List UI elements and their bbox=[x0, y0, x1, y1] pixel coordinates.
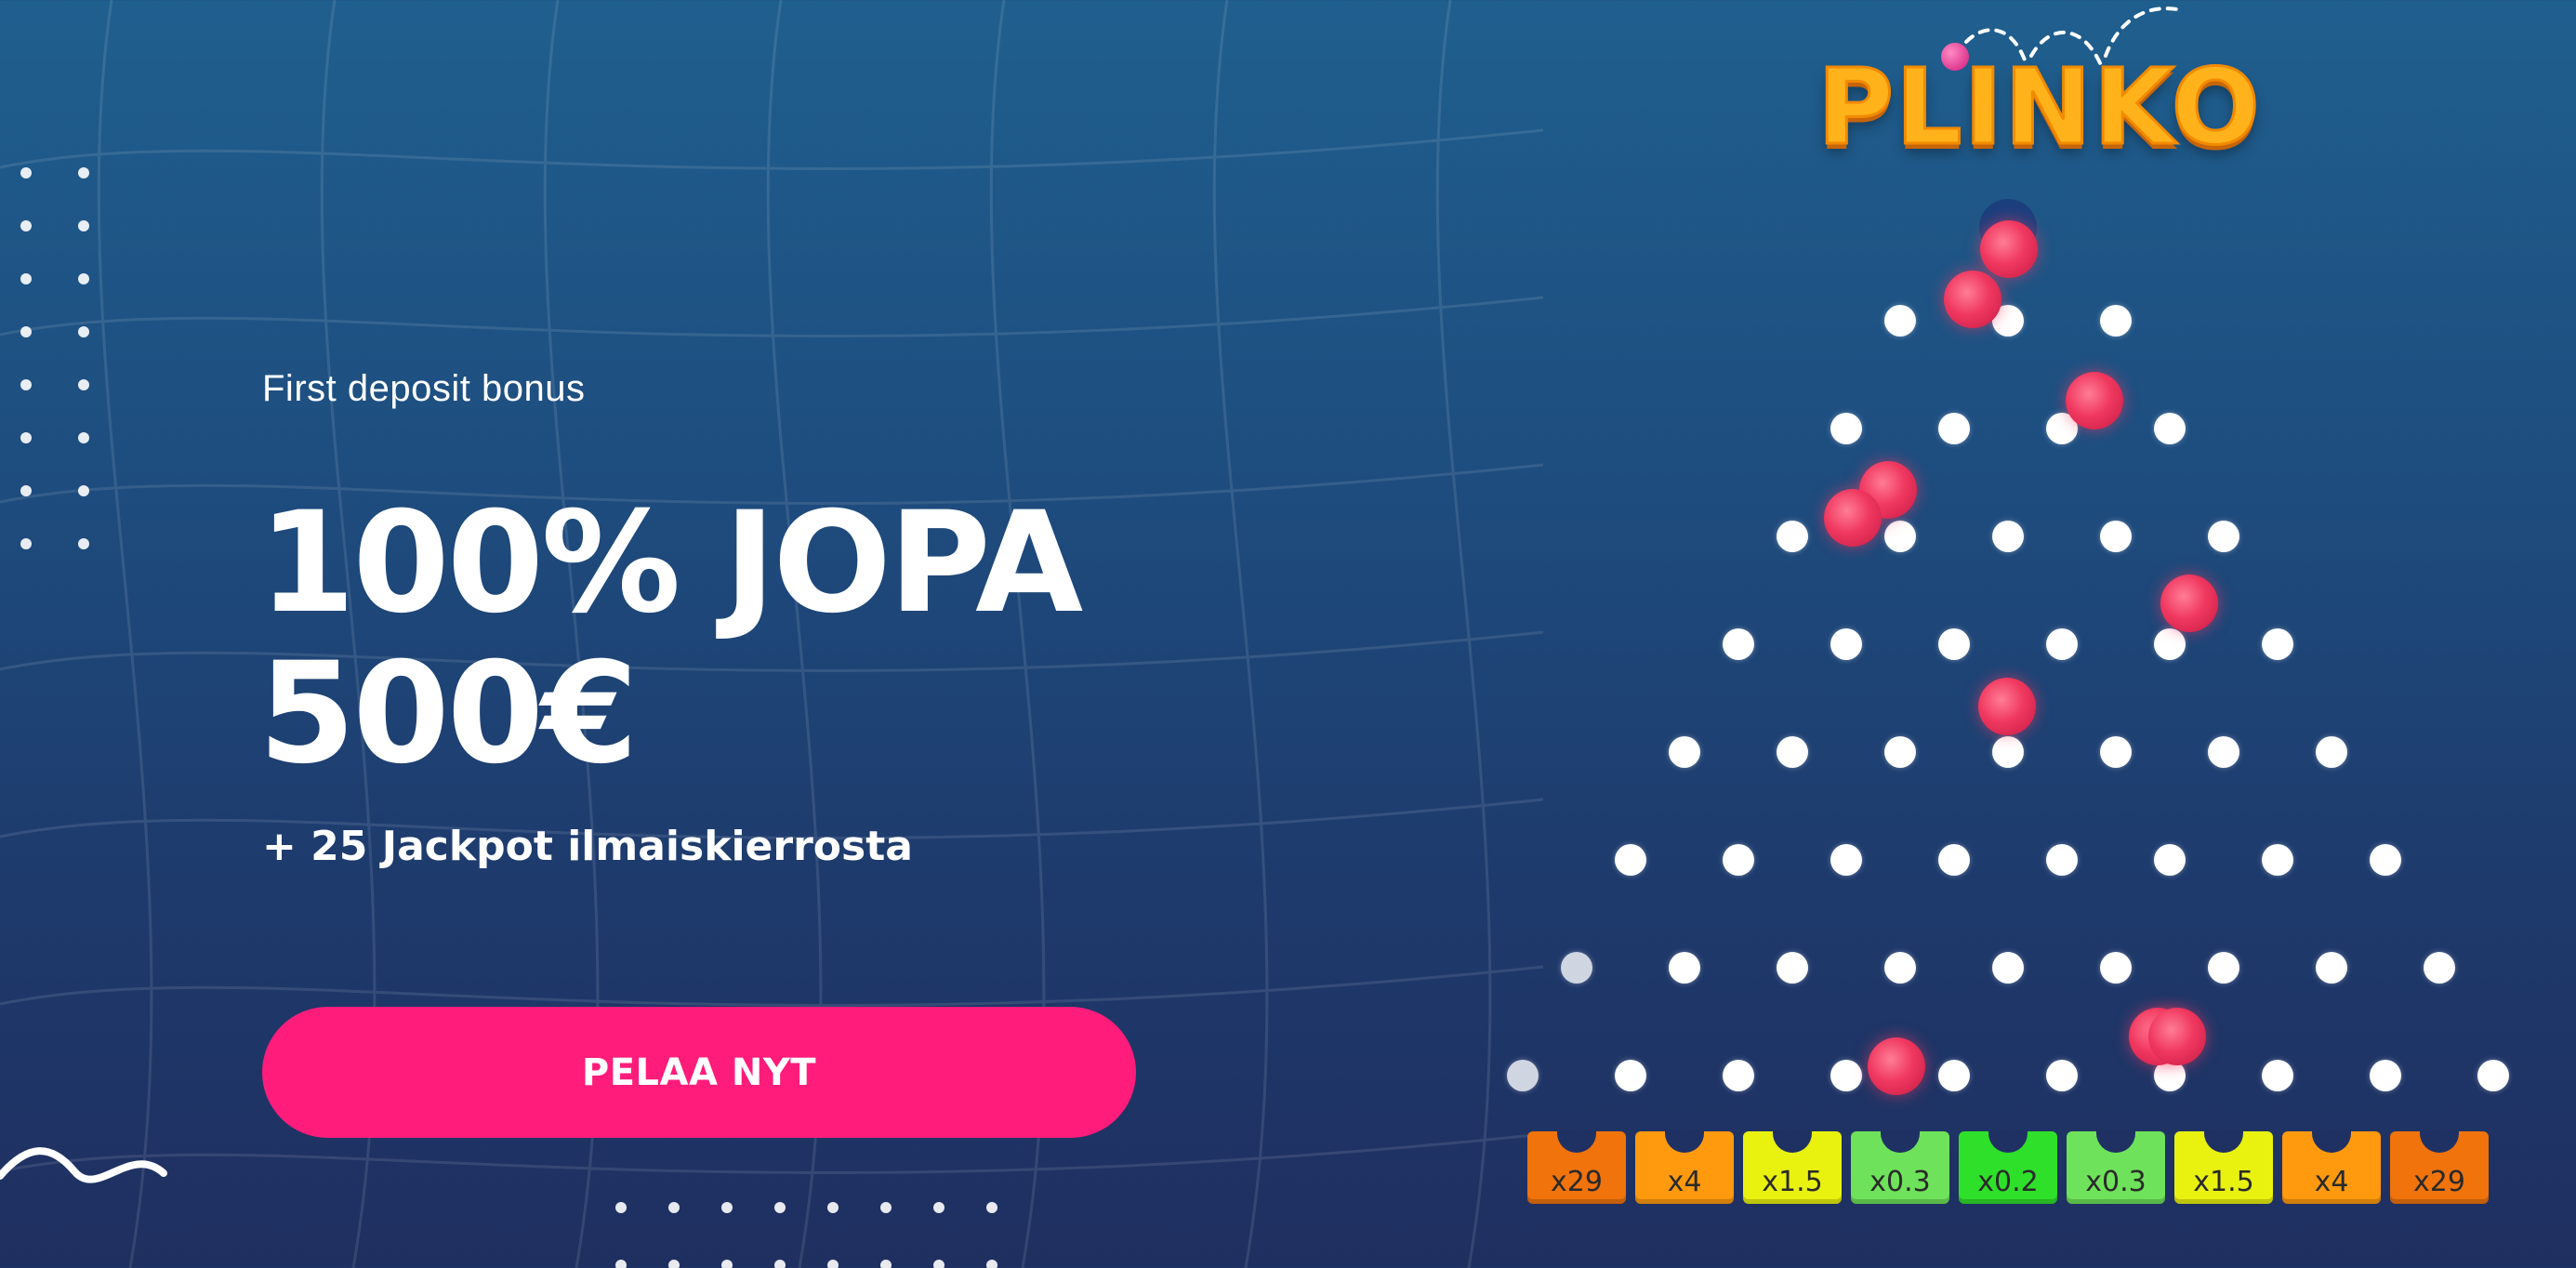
peg bbox=[1615, 1060, 1646, 1091]
peg bbox=[1615, 844, 1646, 876]
peg bbox=[1777, 736, 1808, 768]
peg bbox=[2100, 521, 2132, 552]
peg bbox=[2046, 628, 2078, 660]
bucket-notch bbox=[2204, 1130, 2243, 1153]
peg bbox=[2046, 1060, 2078, 1091]
bucket-notch bbox=[2096, 1130, 2135, 1153]
bucket-notch bbox=[2312, 1130, 2351, 1153]
bucket-notch bbox=[1773, 1130, 1812, 1153]
peg bbox=[1992, 521, 2024, 552]
peg bbox=[1992, 736, 2024, 768]
multiplier-bucket: x4 bbox=[2282, 1130, 2381, 1204]
peg bbox=[1992, 952, 2024, 984]
multiplier-bucket: x0.2 bbox=[1959, 1130, 2057, 1204]
peg bbox=[1830, 413, 1862, 444]
peg bbox=[1884, 952, 1916, 984]
peg bbox=[1830, 844, 1862, 876]
multiplier-label: x4 bbox=[1667, 1166, 1702, 1198]
peg bbox=[2316, 736, 2347, 768]
multiplier-bucket: x1.5 bbox=[2174, 1130, 2273, 1204]
peg bbox=[1507, 1060, 1539, 1091]
bucket-notch bbox=[1665, 1130, 1704, 1153]
peg bbox=[2154, 628, 2186, 660]
peg bbox=[2100, 952, 2132, 984]
multiplier-label: x0.2 bbox=[1977, 1166, 2039, 1198]
peg bbox=[1830, 628, 1862, 660]
plinko-ball bbox=[1980, 220, 2038, 278]
peg bbox=[2154, 413, 2186, 444]
multiplier-bucket: x0.3 bbox=[1851, 1130, 1949, 1204]
peg bbox=[2046, 844, 2078, 876]
plinko-ball bbox=[1978, 678, 2036, 735]
peg bbox=[1723, 628, 1754, 660]
play-now-button[interactable]: PELAA NYT bbox=[262, 1007, 1136, 1138]
peg bbox=[2262, 844, 2293, 876]
multiplier-label: x1.5 bbox=[1762, 1166, 1823, 1198]
headline-line-2: 500€ bbox=[258, 633, 638, 795]
peg bbox=[2208, 952, 2239, 984]
wave-decoration bbox=[0, 1147, 167, 1183]
multiplier-bucket: x1.5 bbox=[1743, 1130, 1842, 1204]
multiplier-bucket: x0.3 bbox=[2067, 1130, 2165, 1204]
peg bbox=[2477, 1060, 2509, 1091]
peg bbox=[2208, 736, 2239, 768]
multiplier-label: x1.5 bbox=[2193, 1166, 2254, 1198]
peg bbox=[1561, 952, 1592, 984]
bucket-notch bbox=[1988, 1130, 2028, 1153]
peg bbox=[1723, 844, 1754, 876]
peg bbox=[2262, 1060, 2293, 1091]
peg bbox=[1938, 844, 1970, 876]
multiplier-bucket: x29 bbox=[2390, 1130, 2489, 1204]
bucket-notch bbox=[2420, 1130, 2459, 1153]
plinko-logo: PLINKO bbox=[1816, 47, 2262, 168]
multiplier-bucket: x4 bbox=[1635, 1130, 1734, 1204]
plinko-ball bbox=[2148, 1008, 2206, 1065]
peg bbox=[2262, 628, 2293, 660]
peg bbox=[2100, 736, 2132, 768]
headline-line-1: 100% JOPA bbox=[258, 482, 1083, 644]
bonus-headline: 100% JOPA 500€ bbox=[258, 482, 1083, 795]
peg bbox=[1884, 736, 1916, 768]
multiplier-label: x0.3 bbox=[1869, 1166, 1931, 1198]
peg bbox=[1884, 305, 1916, 337]
bonus-subline: + 25 Jackpot ilmaiskierrosta bbox=[262, 823, 913, 870]
multiplier-label: x29 bbox=[2413, 1166, 2465, 1198]
plinko-ball bbox=[1944, 271, 2001, 328]
peg bbox=[1884, 521, 1916, 552]
peg bbox=[1830, 1060, 1862, 1091]
plinko-ball bbox=[1868, 1037, 1925, 1095]
bucket-notch bbox=[1881, 1130, 1920, 1153]
peg bbox=[1777, 521, 1808, 552]
peg bbox=[1938, 1060, 1970, 1091]
peg bbox=[1669, 736, 1700, 768]
plinko-ball bbox=[2066, 372, 2123, 429]
multiplier-label: x0.3 bbox=[2085, 1166, 2147, 1198]
peg bbox=[1938, 628, 1970, 660]
peg bbox=[2370, 1060, 2401, 1091]
peg bbox=[1938, 413, 1970, 444]
peg bbox=[1723, 1060, 1754, 1091]
peg bbox=[2154, 844, 2186, 876]
multiplier-label: x4 bbox=[2314, 1166, 2349, 1198]
peg bbox=[1777, 952, 1808, 984]
peg bbox=[1669, 952, 1700, 984]
bucket-notch bbox=[1557, 1130, 1596, 1153]
plinko-ball bbox=[2160, 575, 2218, 632]
peg bbox=[2208, 521, 2239, 552]
peg bbox=[2316, 952, 2347, 984]
plinko-ball bbox=[1824, 489, 1882, 547]
multiplier-label: x29 bbox=[1551, 1166, 1603, 1198]
multiplier-bucket: x29 bbox=[1527, 1130, 1626, 1204]
peg bbox=[2424, 952, 2455, 984]
bonus-eyebrow: First deposit bonus bbox=[262, 368, 586, 409]
peg bbox=[2100, 305, 2132, 337]
peg bbox=[2370, 844, 2401, 876]
